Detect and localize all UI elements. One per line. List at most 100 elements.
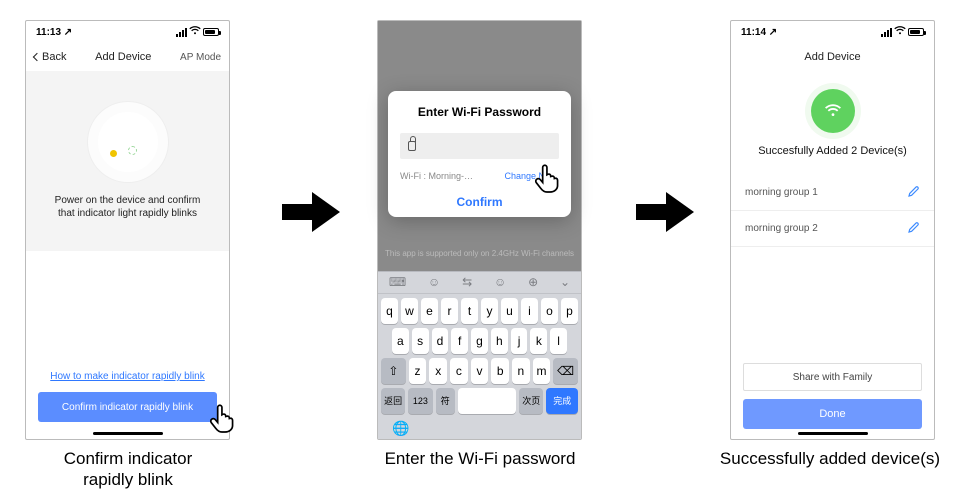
key[interactable]: s — [412, 328, 429, 354]
status-time: 11:13 ↗ — [36, 27, 72, 38]
battery-icon — [203, 28, 219, 36]
kbd-tool-icon[interactable]: ⌨︎ — [389, 275, 406, 289]
instruction-line: that indicator light rapidly blinks — [58, 208, 197, 219]
signal-icon — [881, 28, 892, 37]
kbd-tool-icon[interactable]: ☺ — [428, 275, 440, 289]
kbd-tool-icon[interactable]: ⇆ — [462, 275, 472, 289]
battery-icon — [908, 28, 924, 36]
phone-screen-confirm-indicator: 11:13 ↗ Back Add Device AP Mode Power on… — [25, 20, 230, 440]
keyboard-row: a s d f g h j k l — [378, 328, 581, 354]
wifi-icon — [894, 26, 906, 38]
arrow-right-icon — [282, 190, 340, 234]
key[interactable]: w — [401, 298, 418, 324]
key[interactable]: x — [429, 358, 447, 384]
help-link[interactable]: How to make indicator rapidly blink — [26, 371, 229, 382]
key[interactable]: p — [561, 298, 578, 324]
key[interactable]: v — [471, 358, 489, 384]
phone-screen-success: 11:14 ↗ Add Device Succesfully Added 2 D… — [730, 20, 935, 440]
key[interactable]: h — [491, 328, 508, 354]
kbd-tool-icon[interactable]: ⌄ — [560, 275, 570, 289]
key-globe[interactable]: 🌐 — [378, 418, 581, 439]
device-row[interactable]: morning group 2 — [731, 211, 934, 247]
success-body: Succesfully Added 2 Device(s) morning gr… — [731, 71, 934, 439]
password-input[interactable] — [400, 133, 559, 159]
key[interactable]: f — [451, 328, 468, 354]
status-indicators — [881, 26, 924, 38]
key-done[interactable]: 完成 — [546, 388, 578, 414]
key[interactable]: q — [381, 298, 398, 324]
confirm-blink-button[interactable]: Confirm indicator rapidly blink — [38, 392, 217, 422]
home-indicator — [798, 432, 868, 435]
caption-step2: Enter the Wi-Fi password — [355, 448, 605, 469]
device-list: morning group 1 morning group 2 — [731, 175, 934, 247]
lock-icon — [408, 141, 416, 151]
kbd-tool-icon[interactable]: ☺ — [494, 275, 506, 289]
key-return[interactable]: 返回 — [381, 388, 405, 414]
success-actions: Share with Family Done — [731, 363, 934, 439]
key[interactable]: r — [441, 298, 458, 324]
caption-line: Confirm indicator — [64, 449, 193, 468]
key[interactable]: y — [481, 298, 498, 324]
signal-icon — [176, 28, 187, 37]
back-button[interactable]: Back — [34, 51, 66, 63]
chevron-left-icon — [33, 53, 41, 61]
keyboard: ⌨︎ ☺ ⇆ ☺ ⊕ ⌄ q w e r t y u i o p a s d f… — [378, 271, 581, 439]
instruction-text: Power on the device and confirm that ind… — [37, 194, 219, 221]
nav-title: Add Device — [804, 51, 860, 63]
home-indicator — [93, 432, 163, 435]
key-next[interactable]: 次页 — [519, 388, 543, 414]
key[interactable]: j — [511, 328, 528, 354]
key-backspace[interactable]: ⌫ — [553, 358, 578, 384]
key[interactable]: z — [409, 358, 427, 384]
key[interactable]: i — [521, 298, 538, 324]
device-row[interactable]: morning group 1 — [731, 175, 934, 211]
wifi-footnote: This app is supported only on 2.4GHz Wi-… — [378, 249, 581, 258]
key[interactable]: m — [533, 358, 551, 384]
caption-line: rapidly blink — [83, 470, 173, 489]
confirm-button[interactable]: Confirm — [400, 195, 559, 209]
key[interactable]: u — [501, 298, 518, 324]
keyboard-row: ⇧ z x c v b n m ⌫ — [378, 358, 581, 384]
key-space[interactable] — [458, 388, 516, 414]
key[interactable]: n — [512, 358, 530, 384]
key[interactable]: e — [421, 298, 438, 324]
key[interactable]: k — [530, 328, 547, 354]
done-button[interactable]: Done — [743, 399, 922, 429]
ap-mode-button[interactable]: AP Mode — [180, 52, 221, 63]
key[interactable]: b — [491, 358, 509, 384]
key[interactable]: d — [432, 328, 449, 354]
share-button[interactable]: Share with Family — [743, 363, 922, 391]
key[interactable]: c — [450, 358, 468, 384]
keyboard-row: q w e r t y u i o p — [378, 298, 581, 324]
phone-screen-wifi-password: Enter Wi-Fi Password Wi-Fi : Morning-… C… — [377, 20, 582, 440]
key[interactable]: t — [461, 298, 478, 324]
kbd-tool-icon[interactable]: ⊕ — [528, 275, 538, 289]
edit-icon[interactable] — [908, 185, 920, 200]
key-symbols[interactable]: 符 — [436, 388, 455, 414]
status-indicators — [176, 26, 219, 38]
key-123[interactable]: 123 — [408, 388, 432, 414]
dialog-title: Enter Wi-Fi Password — [400, 105, 559, 119]
success-icon-wrap — [731, 89, 934, 133]
key[interactable]: a — [392, 328, 409, 354]
success-message: Succesfully Added 2 Device(s) — [731, 145, 934, 157]
key[interactable]: l — [550, 328, 567, 354]
device-name: morning group 2 — [745, 223, 818, 234]
status-bar: 11:13 ↗ — [26, 21, 229, 43]
key-shift[interactable]: ⇧ — [381, 358, 406, 384]
wifi-password-dialog: Enter Wi-Fi Password Wi-Fi : Morning-… C… — [388, 91, 571, 217]
blink-ring-icon — [128, 146, 137, 155]
wifi-icon — [189, 26, 201, 38]
arrow-right-icon — [636, 190, 694, 234]
key[interactable]: g — [471, 328, 488, 354]
key[interactable]: o — [541, 298, 558, 324]
edit-icon[interactable] — [908, 221, 920, 236]
nav-title: Add Device — [95, 51, 151, 63]
change-network-link[interactable]: Change Ne… — [504, 171, 559, 181]
caption-step3: Successfully added device(s) — [685, 448, 960, 469]
nav-bar: Add Device — [731, 43, 934, 71]
keyboard-toolbar: ⌨︎ ☺ ⇆ ☺ ⊕ ⌄ — [378, 272, 581, 294]
device-name: morning group 1 — [745, 187, 818, 198]
instruction-line: Power on the device and confirm — [55, 195, 201, 206]
back-label: Back — [42, 51, 66, 63]
